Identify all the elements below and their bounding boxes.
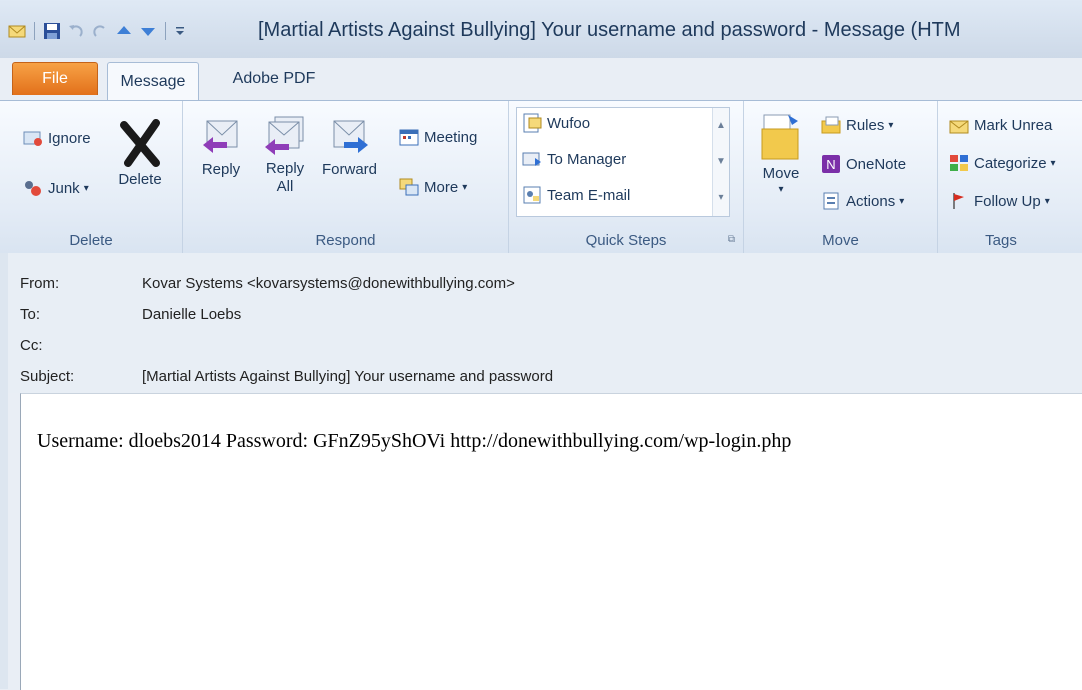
previous-item-icon[interactable] bbox=[115, 23, 133, 39]
group-label-delete: Delete bbox=[69, 232, 113, 249]
gallery-expand-icon[interactable]: ▾ bbox=[713, 180, 729, 216]
more-respond-icon bbox=[399, 178, 419, 196]
tab-adobe-pdf[interactable]: Adobe PDF bbox=[224, 62, 324, 96]
forward-icon bbox=[333, 120, 368, 153]
reading-pane-edge bbox=[0, 253, 8, 689]
rules-button[interactable]: Rules ▾ bbox=[820, 115, 893, 135]
move-folder-icon bbox=[761, 114, 799, 160]
move-group: Move ▾ Rules ▾ N OneNote Actions ▾ Move bbox=[744, 101, 938, 253]
tab-file[interactable]: File bbox=[12, 62, 98, 95]
junk-icon bbox=[25, 181, 41, 196]
follow-up-button[interactable]: Follow Up ▾ bbox=[948, 191, 1050, 211]
subject-value: [Martial Artists Against Bullying] Your … bbox=[142, 368, 554, 385]
onenote-button[interactable]: N OneNote bbox=[820, 153, 906, 175]
tags-group: Mark Unrea Categorize ▾ Follow Up ▾ Tags bbox=[938, 101, 1082, 253]
quick-step-team-email[interactable]: Team E-mail bbox=[521, 184, 630, 206]
reply-icon bbox=[203, 120, 238, 153]
more-button[interactable]: More ▾ bbox=[398, 177, 467, 197]
subject-label: Subject: bbox=[20, 368, 75, 385]
ribbon-tabs: File Message Adobe PDF bbox=[0, 58, 1082, 101]
quick-steps-scrollbar[interactable]: ▲ ▼ ▾ bbox=[712, 108, 729, 216]
chevron-down-icon: ▾ bbox=[888, 119, 894, 131]
onenote-icon: N bbox=[822, 155, 840, 173]
group-label-respond: Respond bbox=[315, 232, 376, 249]
actions-button[interactable]: Actions ▾ bbox=[820, 191, 904, 211]
delete-group: Ignore Junk ▾ Delete Delete bbox=[0, 101, 183, 253]
svg-text:N: N bbox=[826, 157, 835, 172]
chevron-down-icon: ▾ bbox=[778, 184, 784, 195]
rules-icon bbox=[821, 116, 841, 134]
quick-step-wufoo[interactable]: Wufoo bbox=[521, 112, 590, 134]
dialog-launcher-icon[interactable]: ⧉ bbox=[728, 234, 735, 245]
chevron-down-icon: ▾ bbox=[899, 195, 905, 207]
quick-step-to-manager[interactable]: To Manager bbox=[521, 148, 626, 170]
mark-unread-icon bbox=[949, 120, 969, 134]
reply-all-icon bbox=[265, 116, 304, 155]
categorize-button[interactable]: Categorize ▾ bbox=[948, 153, 1056, 173]
categorize-icon bbox=[950, 155, 968, 171]
message-body-text: Username: dloebs2014 Password: GFnZ95ySh… bbox=[37, 430, 792, 452]
chevron-down-icon: ▾ bbox=[83, 182, 89, 194]
separator bbox=[165, 22, 166, 40]
scroll-down-icon[interactable]: ▼ bbox=[713, 144, 729, 180]
scroll-up-icon[interactable]: ▲ bbox=[713, 108, 729, 144]
ignore-icon bbox=[23, 131, 42, 146]
from-value[interactable]: Kovar Systems <kovarsystems@donewithbull… bbox=[142, 275, 515, 292]
group-label-quick-steps: Quick Steps bbox=[585, 232, 667, 249]
chevron-down-icon: ▾ bbox=[1044, 195, 1050, 207]
quick-access-toolbar bbox=[8, 22, 186, 40]
chevron-down-icon: ▾ bbox=[1050, 157, 1056, 169]
separator bbox=[34, 22, 35, 40]
window-title: [Martial Artists Against Bullying] Your … bbox=[258, 19, 961, 41]
delete-button[interactable]: Delete bbox=[116, 117, 164, 188]
cc-label: Cc: bbox=[20, 337, 43, 354]
quick-steps-gallery: Wufoo To Manager Team E-mail ▲ ▼ ▾ bbox=[516, 107, 730, 217]
redo-icon[interactable] bbox=[91, 23, 109, 39]
forward-mail-icon bbox=[522, 152, 541, 166]
next-item-icon[interactable] bbox=[139, 23, 157, 39]
ribbon: Ignore Junk ▾ Delete Delete Reply Reply A… bbox=[0, 100, 1082, 254]
group-label-move: Move bbox=[822, 232, 859, 249]
actions-icon bbox=[823, 192, 839, 210]
forward-button[interactable]: Forward bbox=[322, 113, 377, 178]
tab-message[interactable]: Message bbox=[107, 62, 199, 101]
meeting-button[interactable]: Meeting bbox=[398, 127, 477, 147]
save-icon[interactable] bbox=[43, 23, 61, 39]
from-label: From: bbox=[20, 275, 60, 292]
group-label-tags: Tags bbox=[985, 232, 1017, 249]
mark-unread-button[interactable]: Mark Unrea bbox=[948, 115, 1052, 135]
message-header: From: Kovar Systems <kovarsystems@donewi… bbox=[0, 253, 1082, 393]
undo-icon[interactable] bbox=[67, 23, 85, 39]
document-icon bbox=[523, 113, 542, 133]
title-bar: [Martial Artists Against Bullying] Your … bbox=[0, 0, 1082, 58]
message-body[interactable]: Username: dloebs2014 Password: GFnZ95ySh… bbox=[20, 393, 1082, 690]
move-button[interactable]: Move ▾ bbox=[758, 111, 804, 195]
customize-toolbar-icon[interactable] bbox=[174, 23, 186, 39]
to-value[interactable]: Danielle Loebs bbox=[142, 306, 241, 323]
delete-icon bbox=[120, 119, 160, 167]
to-label: To: bbox=[20, 306, 41, 323]
respond-group: Reply Reply All Forward Meeting More ▾ Re… bbox=[183, 101, 509, 253]
quick-steps-group: Wufoo To Manager Team E-mail ▲ ▼ ▾ Quick… bbox=[509, 101, 744, 253]
calendar-icon bbox=[399, 129, 419, 146]
envelope-icon bbox=[8, 25, 26, 38]
reply-all-button[interactable]: Reply All bbox=[261, 113, 309, 195]
team-email-icon bbox=[523, 186, 541, 204]
reply-button[interactable]: Reply bbox=[199, 113, 243, 178]
junk-button[interactable]: Junk ▾ bbox=[22, 179, 89, 197]
chevron-down-icon: ▾ bbox=[462, 181, 468, 193]
flag-icon bbox=[953, 193, 964, 209]
ignore-button[interactable]: Ignore bbox=[22, 129, 91, 147]
